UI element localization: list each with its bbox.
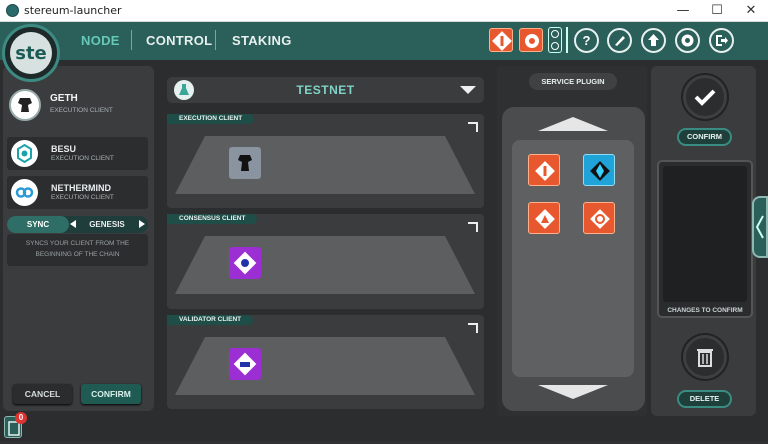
network-selector[interactable]: TESTNET xyxy=(167,77,484,103)
service-shortcut-icon[interactable] xyxy=(519,28,543,52)
tab-staking[interactable]: STAKING xyxy=(232,22,292,60)
header-divider xyxy=(566,27,568,53)
consensus-client-panel: CONSENSUS CLIENT xyxy=(167,214,484,309)
client-name: NETHERMIND xyxy=(51,183,111,193)
gear-icon xyxy=(681,34,694,47)
sync-description: SYNCS YOUR CLIENT FROM THE BEGINNING OF … xyxy=(7,234,148,266)
nav-divider xyxy=(215,30,216,50)
confirm-button[interactable]: CONFIRM xyxy=(81,384,141,404)
maximize-button[interactable]: ☐ xyxy=(700,0,734,22)
delete-changes-button[interactable] xyxy=(683,335,727,379)
changes-label: CHANGES TO CONFIRM xyxy=(667,307,743,314)
chevron-down-icon[interactable] xyxy=(460,86,476,94)
drop-zone[interactable] xyxy=(175,236,475,294)
besu-icon xyxy=(11,140,38,167)
changes-to-confirm-box: CHANGES TO CONFIRM xyxy=(657,160,753,318)
confirm-label-button[interactable]: CONFIRM xyxy=(677,128,732,146)
geth-service-icon[interactable] xyxy=(229,147,261,179)
confirm-changes-button[interactable] xyxy=(683,75,727,119)
client-option-nethermind[interactable]: NETHERMIND EXECUTION CLIENT xyxy=(7,176,148,209)
update-button[interactable] xyxy=(641,28,666,53)
cancel-button[interactable]: CANCEL xyxy=(13,384,72,404)
arrow-left-icon[interactable] xyxy=(70,220,76,228)
app-window: stereum-launcher — ☐ ✕ ste NODE CONTROL … xyxy=(0,0,768,441)
service-plugin-item[interactable] xyxy=(583,202,615,234)
selected-client-card[interactable]: GETH EXECUTION CLIENT xyxy=(7,86,148,126)
help-icon: ? xyxy=(582,33,591,48)
close-button[interactable]: ✕ xyxy=(734,0,768,22)
validator-service-icon[interactable] xyxy=(229,348,261,380)
arrow-down-icon xyxy=(551,42,559,50)
logout-icon xyxy=(716,35,728,46)
minimize-button[interactable]: — xyxy=(666,0,700,22)
geth-icon xyxy=(9,89,41,121)
service-shortcut-icon[interactable] xyxy=(489,28,513,52)
title-bar: stereum-launcher — ☐ ✕ xyxy=(0,0,768,22)
expand-side-panel[interactable] xyxy=(752,196,768,258)
arrow-right-icon[interactable] xyxy=(139,220,145,228)
delete-button[interactable]: DELETE xyxy=(677,390,732,408)
app-icon xyxy=(6,4,19,17)
arrow-up-icon xyxy=(648,34,659,46)
scroll-up-icon[interactable] xyxy=(538,117,608,131)
plugin-button[interactable] xyxy=(607,28,632,53)
drop-zone[interactable] xyxy=(175,337,475,395)
expand-icon[interactable] xyxy=(468,122,478,132)
lighthouse-service-icon[interactable] xyxy=(229,247,261,279)
service-plugin-item[interactable] xyxy=(528,202,560,234)
nav-divider xyxy=(131,30,132,50)
network-name: TESTNET xyxy=(296,83,355,97)
expand-icon[interactable] xyxy=(468,222,478,232)
arrow-up-icon xyxy=(551,30,559,38)
help-button[interactable]: ? xyxy=(574,28,599,53)
client-option-besu[interactable]: BESU EXECUTION CLIENT xyxy=(7,137,148,170)
settings-button[interactable] xyxy=(675,28,700,53)
expand-icon[interactable] xyxy=(468,323,478,333)
sync-mode-selector[interactable]: SYNC GENESIS xyxy=(7,216,148,233)
brush-icon xyxy=(615,36,625,46)
selected-client-type: EXECUTION CLIENT xyxy=(50,107,113,114)
tab-node[interactable]: NODE xyxy=(81,22,120,60)
tab-control[interactable]: CONTROL xyxy=(146,22,212,60)
trash-icon xyxy=(697,349,713,367)
client-type: EXECUTION CLIENT xyxy=(51,155,114,162)
panel-label: EXECUTION CLIENT xyxy=(167,114,255,124)
bottom-bar xyxy=(0,416,768,441)
service-plugin-item[interactable] xyxy=(583,154,615,186)
genesis-option[interactable]: GENESIS xyxy=(77,216,137,233)
service-plugin-title: SERVICE PLUGIN xyxy=(529,73,617,90)
logo-text: ste xyxy=(10,32,52,74)
client-type: EXECUTION CLIENT xyxy=(51,194,114,201)
execution-client-panel: EXECUTION CLIENT xyxy=(167,114,484,208)
notification-count: 0 xyxy=(15,412,27,424)
selected-client-name: GETH xyxy=(50,93,78,104)
client-name: BESU xyxy=(51,144,77,154)
panel-label: CONSENSUS CLIENT xyxy=(167,214,258,224)
scroll-down-icon[interactable] xyxy=(538,385,608,399)
checkmark-icon xyxy=(694,89,716,106)
chevron-left-icon xyxy=(755,215,764,239)
window-title: stereum-launcher xyxy=(24,4,122,17)
validator-client-panel: VALIDATOR CLIENT xyxy=(167,315,484,409)
drop-zone[interactable] xyxy=(175,136,475,194)
logout-button[interactable] xyxy=(709,28,734,53)
notification-button[interactable]: 0 xyxy=(4,412,27,438)
changes-list xyxy=(663,166,747,302)
nethermind-icon xyxy=(11,179,38,206)
sync-option[interactable]: SYNC xyxy=(7,216,69,233)
scroll-services-control[interactable] xyxy=(548,27,562,53)
panel-label: VALIDATOR CLIENT xyxy=(167,315,254,325)
service-plugin-item[interactable] xyxy=(528,154,560,186)
stereum-logo[interactable]: ste xyxy=(2,24,60,82)
